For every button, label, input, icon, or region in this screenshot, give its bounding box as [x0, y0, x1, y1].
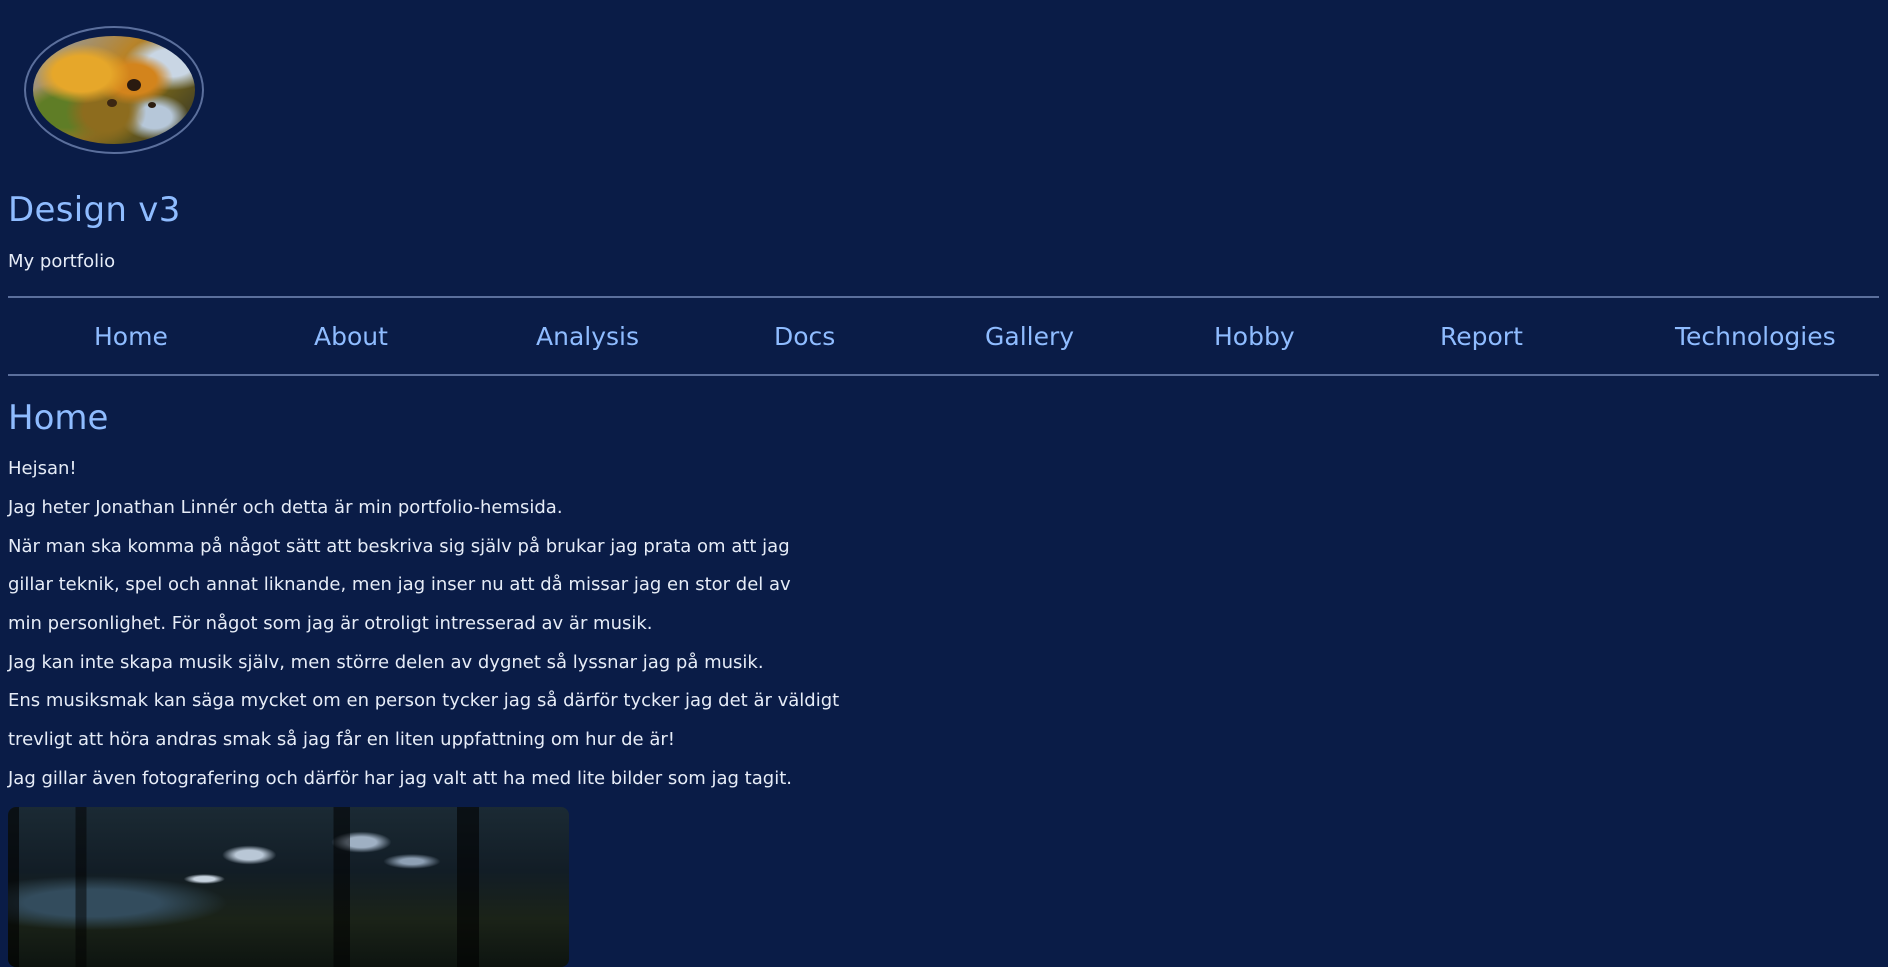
- logo-frame: [24, 26, 204, 154]
- forest-photo: [8, 807, 569, 967]
- intro-paragraph: När man ska komma på något sätt att besk…: [8, 536, 790, 557]
- intro-paragraph: Ens musiksmak kan säga mycket om en pers…: [8, 690, 840, 711]
- nav-link-about[interactable]: About: [314, 322, 388, 351]
- intro-paragraph: gillar teknik, spel och annat liknande, …: [8, 574, 791, 595]
- intro-paragraph: Jag heter Jonathan Linnér och detta är m…: [8, 497, 563, 518]
- nav-link-report[interactable]: Report: [1440, 322, 1523, 351]
- site-tagline: My portfolio: [8, 251, 116, 272]
- page-heading: Home: [8, 398, 109, 438]
- main-nav: Home About Analysis Docs Gallery Hobby R…: [8, 296, 1879, 376]
- site-title: Design v3: [8, 190, 181, 230]
- intro-paragraph: Jag kan inte skapa musik själv, men stör…: [8, 652, 764, 673]
- nav-link-analysis[interactable]: Analysis: [536, 322, 639, 351]
- intro-paragraph: Jag gillar även fotografering och därför…: [8, 768, 792, 789]
- nav-link-gallery[interactable]: Gallery: [985, 322, 1074, 351]
- autumn-leaves-logo: [33, 36, 195, 144]
- intro-paragraph: min personlighet. För något som jag är o…: [8, 613, 653, 634]
- nav-link-technologies[interactable]: Technologies: [1675, 322, 1836, 351]
- nav-link-home[interactable]: Home: [94, 322, 168, 351]
- nav-link-hobby[interactable]: Hobby: [1214, 322, 1295, 351]
- intro-paragraph: Hejsan!: [8, 458, 77, 479]
- nav-link-docs[interactable]: Docs: [774, 322, 835, 351]
- intro-paragraph: trevligt att höra andras smak så jag får…: [8, 729, 675, 750]
